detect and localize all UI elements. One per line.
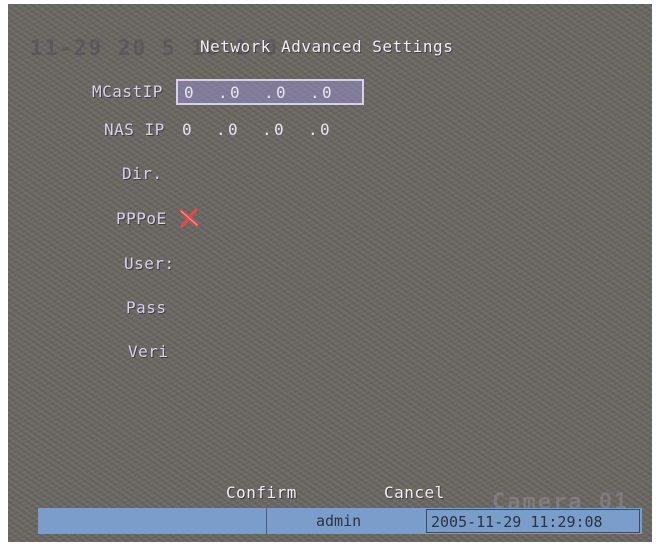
nas-ip-octet-1: 0 [182,120,192,139]
ip-dot: . [310,83,320,102]
pppoe-label: PPPoE [116,209,167,228]
mcast-ip-input[interactable]: 0 . 0 . 0 . 0 [176,79,364,105]
nas-ip-input[interactable]: 0 . 0 . 0 . 0 [176,118,364,144]
verify-label: Veri [128,342,169,361]
status-bar: admin 2005-11-29 11:29:08 [38,508,642,534]
mcast-ip-octet-3: 0 [276,83,286,102]
mcast-ip-label: MCastIP [92,82,163,101]
status-datetime: 2005-11-29 11:29:08 [431,513,603,531]
nas-ip-octet-3: 0 [274,120,284,139]
ip-dot: . [216,120,226,139]
pass-label: Pass [126,298,167,317]
dir-input[interactable] [176,160,376,186]
ip-dot: . [308,120,318,139]
confirm-button[interactable]: Confirm [226,483,297,502]
mcast-ip-octet-2: 0 [230,83,240,102]
ip-dot: . [264,83,274,102]
datetime-box: 2005-11-29 11:29:08 [426,509,640,533]
ip-dot: . [262,120,272,139]
nas-ip-label: NAS IP [104,120,165,139]
status-divider [266,508,267,534]
nas-ip-octet-2: 0 [228,120,238,139]
user-label: User: [124,254,175,273]
ip-dot: . [218,83,228,102]
dir-label: Dir. [122,164,163,183]
cross-icon[interactable] [178,207,200,229]
password-input[interactable] [184,294,384,320]
dvr-osd-screen: 11-29 20 5 10 1 0 Network Advanced Setti… [8,4,652,542]
mcast-ip-octet-1: 0 [184,83,194,102]
verify-password-input[interactable] [184,338,384,364]
dialog-title: Network Advanced Settings [200,37,454,56]
nas-ip-octet-4: 0 [320,120,330,139]
cancel-button[interactable]: Cancel [384,483,445,502]
mcast-ip-octet-4: 0 [322,83,332,102]
user-input[interactable] [184,250,384,276]
logged-in-user: admin [316,512,362,530]
